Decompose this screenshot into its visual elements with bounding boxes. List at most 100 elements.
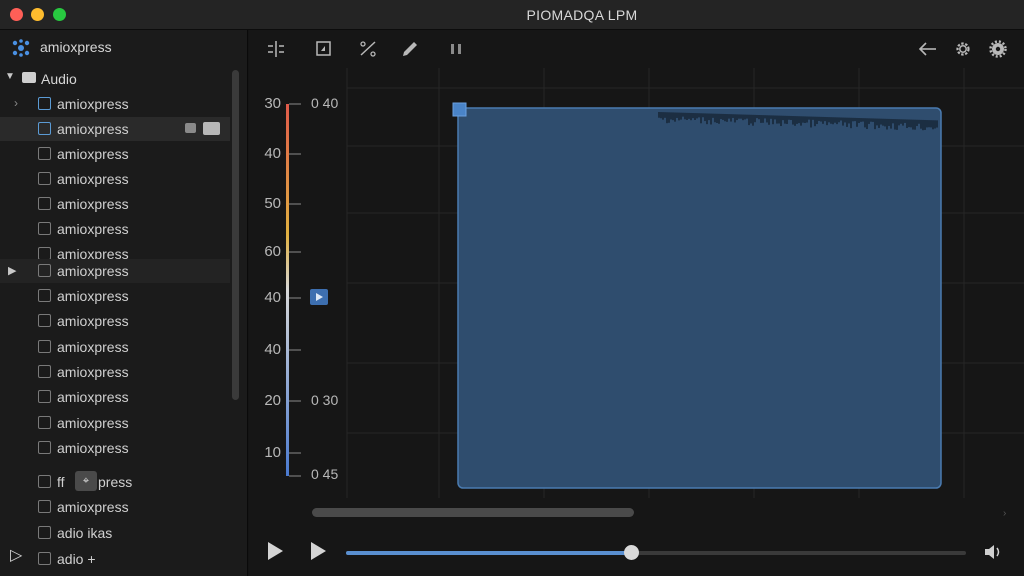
pencil-icon[interactable] <box>399 39 421 59</box>
sidebar-item[interactable]: amioxpress <box>0 284 230 308</box>
sidebar-item[interactable]: amioxpress <box>0 495 230 519</box>
sidebar-item[interactable]: amioxpress <box>0 411 230 435</box>
settings-icon[interactable] <box>987 39 1009 59</box>
folder-icon <box>22 72 36 83</box>
sidebar-item-label: amioxpress <box>57 389 129 405</box>
sidebar-item[interactable]: amioxpress <box>0 217 230 241</box>
app-logo-icon <box>12 39 30 57</box>
clip-icon[interactable] <box>203 122 220 135</box>
sidebar-item-label: amioxpress <box>57 288 129 304</box>
transport-bar <box>249 530 1024 576</box>
checkbox[interactable] <box>38 97 51 110</box>
checkbox[interactable] <box>38 197 51 210</box>
sidebar-item-label: ff <box>57 474 65 490</box>
disclosure-down-icon[interactable]: ▼ <box>5 71 15 82</box>
sidebar-item[interactable]: amioxpress <box>0 309 230 333</box>
level-label: 0 45 <box>311 466 339 482</box>
volume-icon[interactable] <box>982 542 1004 567</box>
crop-icon[interactable] <box>313 39 335 59</box>
level-label: 0 30 <box>311 392 339 408</box>
sidebar-item[interactable]: › amioxpress <box>0 92 230 116</box>
play-selection-button[interactable] <box>311 542 326 560</box>
sidebar-scrollbar[interactable] <box>232 70 239 400</box>
y-label: 40 <box>264 341 281 358</box>
sidebar-item[interactable]: amioxpress <box>0 117 230 141</box>
checkbox[interactable] <box>38 172 51 185</box>
y-label: 10 <box>264 444 281 461</box>
sidebar-item[interactable]: amioxpress <box>0 192 230 216</box>
sidebar-item-label: adio ikas <box>57 525 113 541</box>
sidebar-group-label: Audio <box>41 71 77 87</box>
scroll-right-icon[interactable]: › <box>1003 508 1006 519</box>
sidebar-item[interactable]: ff ⌖ press <box>0 470 230 494</box>
sidebar-item-suffix: press <box>98 474 133 490</box>
cut-icon[interactable] <box>357 39 379 59</box>
sidebar-item[interactable]: amioxpress <box>0 436 230 460</box>
y-label: 40 <box>264 289 281 306</box>
sidebar-item[interactable]: adio ikas <box>0 521 230 545</box>
checkbox[interactable] <box>38 365 51 378</box>
checkbox[interactable] <box>38 500 51 513</box>
sidebar-item-label: amioxpress <box>57 146 129 162</box>
comment-icon[interactable] <box>185 123 196 133</box>
sidebar-item[interactable]: amioxpress <box>0 385 230 409</box>
sidebar-group-audio[interactable]: ▼ Audio <box>0 66 230 90</box>
app-name: amioxpress <box>40 39 112 55</box>
sidebar-header: amioxpress <box>0 30 248 64</box>
pause-icon[interactable] <box>445 39 467 59</box>
sidebar-item-label: amioxpress <box>57 499 129 515</box>
selection-handle[interactable] <box>452 102 467 117</box>
timeline-slider[interactable] <box>346 545 966 560</box>
sidebar-item-label: amioxpress <box>57 313 129 329</box>
level-ruler <box>286 104 289 476</box>
sidebar-item-label: amioxpress <box>57 263 129 279</box>
checkbox[interactable] <box>38 526 51 539</box>
sidebar-item[interactable]: ▶ amioxpress <box>0 259 230 283</box>
sidebar-item-label: amioxpress <box>57 196 129 212</box>
editor-area: 30 40 50 60 40 40 20 10 0 40 0 30 0 45 › <box>249 30 1024 576</box>
sidebar-item-label: amioxpress <box>57 339 129 355</box>
checkbox[interactable] <box>38 552 51 565</box>
window-title: PIOMADQA LPM <box>526 7 638 23</box>
cursor-tool-icon[interactable]: ▷ <box>10 545 22 565</box>
checkbox[interactable] <box>38 264 51 277</box>
sidebar-item[interactable]: amioxpress <box>0 335 230 359</box>
y-label: 30 <box>264 95 281 112</box>
waveform-view[interactable]: 30 40 50 60 40 40 20 10 0 40 0 30 0 45 <box>249 68 1024 498</box>
disclosure-right-icon[interactable]: › <box>14 96 18 110</box>
y-label: 60 <box>264 243 281 260</box>
sidebar-item-label: amioxpress <box>57 96 129 112</box>
checkbox[interactable] <box>38 147 51 160</box>
sidebar-item-label: adio + <box>57 551 96 567</box>
waveform-canvas[interactable] <box>249 68 1024 498</box>
y-label: 20 <box>264 392 281 409</box>
checkbox[interactable] <box>38 416 51 429</box>
sidebar-item-label: amioxpress <box>57 415 129 431</box>
horizontal-scrollbar[interactable] <box>312 508 634 517</box>
sidebar-item-label: amioxpress <box>57 121 129 137</box>
checkbox[interactable] <box>38 122 51 135</box>
sidebar: amioxpress ▼ Audio › amioxpress amioxpress… <box>0 30 248 576</box>
sidebar-item[interactable]: amioxpress <box>0 142 230 166</box>
timeline-progress <box>346 551 632 555</box>
timeline-knob[interactable] <box>624 545 640 560</box>
toolbar <box>249 30 1024 68</box>
play-indicator-icon: ▶ <box>8 265 17 277</box>
sidebar-item[interactable]: amioxpress <box>0 167 230 191</box>
checkbox[interactable] <box>38 314 51 327</box>
checkbox[interactable] <box>38 289 51 302</box>
back-arrow-icon[interactable] <box>917 39 939 59</box>
checkbox[interactable] <box>38 475 51 488</box>
checkbox[interactable] <box>38 390 51 403</box>
play-button[interactable] <box>268 542 283 560</box>
level-label: 0 40 <box>311 95 339 111</box>
sidebar-item[interactable]: amioxpress <box>0 360 230 384</box>
sidebar-item[interactable]: adio + <box>0 547 230 571</box>
checkbox[interactable] <box>38 340 51 353</box>
checkbox[interactable] <box>38 222 51 235</box>
sidebar-item-label: amioxpress <box>57 440 129 456</box>
split-icon[interactable] <box>265 39 287 59</box>
checkbox[interactable] <box>38 441 51 454</box>
sidebar-item-label: amioxpress <box>57 171 129 187</box>
gear-icon[interactable] <box>952 39 974 59</box>
